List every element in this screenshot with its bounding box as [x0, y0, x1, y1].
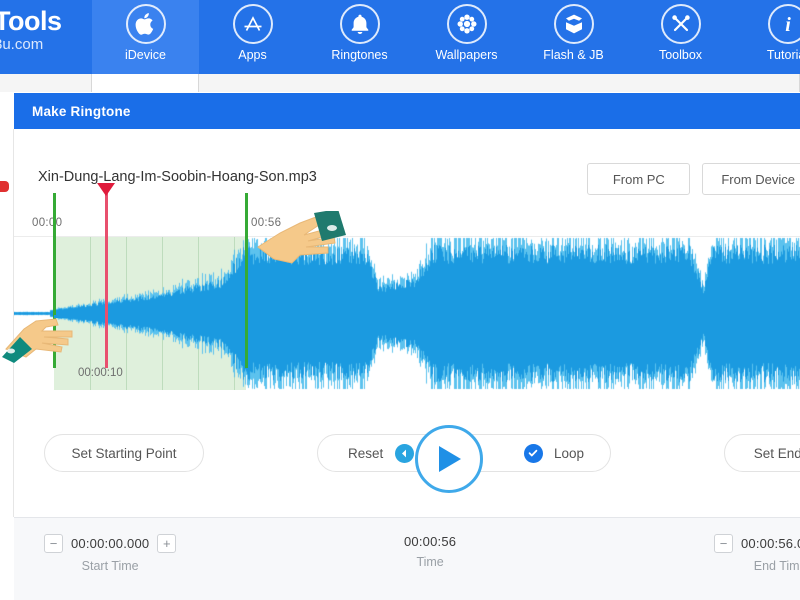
nav-underline-strip — [0, 74, 800, 92]
end-time-label: End Time — [753, 559, 800, 573]
waveform-canvas[interactable] — [14, 237, 800, 390]
window-title-bar: Make Ringtone — [14, 93, 800, 129]
appstore-icon — [232, 4, 273, 44]
reset-label[interactable]: Reset — [348, 446, 383, 461]
brand-name-secondary: 3u.com — [0, 36, 44, 53]
brand-logo: Tools 3u.com — [0, 0, 92, 74]
red-annotation-marker — [0, 181, 9, 192]
apple-icon — [125, 4, 166, 44]
nav-tab-label: Flash & JB — [543, 48, 604, 62]
loop-label[interactable]: Loop — [554, 446, 584, 461]
start-time-plus-button[interactable]: + — [157, 534, 177, 553]
nav-tab-label: Wallpapers — [435, 48, 498, 62]
total-time-field: 00:00:56 Time — [404, 534, 456, 569]
ruler-end-label: 00:56 — [251, 217, 282, 229]
playhead-handle-icon[interactable] — [97, 183, 115, 196]
transport-controls: Set Starting Point Reset Loop Set Ending… — [14, 417, 800, 489]
nav-tab-label: Toolbox — [658, 48, 703, 62]
play-icon — [439, 446, 461, 472]
nav-tab-label: Tutorial — [766, 48, 800, 62]
file-row: Xin-Dung-Lang-Im-Soobin-Hoang-Son.mp3 Fr… — [14, 149, 800, 205]
nav-tab-apps[interactable]: Apps — [199, 0, 306, 74]
nav-tab-label: iDevice — [125, 48, 166, 62]
end-time-field: − 00:00:56.000 + End Time — [714, 534, 800, 573]
svg-text:i: i — [785, 14, 791, 36]
source-buttons: From PC From Device — [587, 163, 800, 195]
waveform-body[interactable] — [14, 237, 800, 390]
from-device-button[interactable]: From Device — [702, 163, 800, 195]
nav-tab-idevice[interactable]: iDevice — [92, 0, 199, 74]
playhead[interactable] — [105, 193, 108, 368]
bell-icon — [339, 4, 380, 44]
set-ending-point-button[interactable]: Set Ending Point — [724, 434, 800, 472]
start-time-label: Start Time — [81, 559, 139, 573]
start-time-value[interactable]: 00:00:00.000 — [71, 536, 149, 551]
nav-tab-wallpapers[interactable]: Wallpapers — [413, 0, 520, 74]
ruler-start-label: 00:00 — [32, 217, 63, 229]
playhead-time-label: 00:00:10 — [78, 367, 123, 379]
nav-tab-tutorial[interactable]: i Tutorial — [734, 0, 800, 74]
nav-tab-label: Ringtones — [331, 48, 388, 62]
selection-start-marker[interactable] — [53, 193, 56, 368]
from-pc-button[interactable]: From PC — [587, 163, 691, 195]
nav-tab-label: Apps — [238, 48, 267, 62]
nav-tab-toolbox[interactable]: Toolbox — [627, 0, 734, 74]
total-time-label: Time — [416, 555, 444, 569]
nav-tab-ringtones[interactable]: Ringtones — [306, 0, 413, 74]
end-time-value[interactable]: 00:00:56.000 — [741, 536, 800, 551]
play-button[interactable] — [415, 425, 483, 493]
box-icon — [553, 4, 594, 44]
check-icon[interactable] — [523, 443, 543, 463]
ringtone-editor-panel: Xin-Dung-Lang-Im-Soobin-Hoang-Son.mp3 Fr… — [2, 129, 800, 517]
file-name: Xin-Dung-Lang-Im-Soobin-Hoang-Son.mp3 — [38, 169, 317, 185]
nav-tab-flash-jb[interactable]: Flash & JB — [520, 0, 627, 74]
start-time-field: − 00:00:00.000 + Start Time — [44, 534, 177, 573]
back-arrow-icon[interactable] — [395, 443, 415, 463]
tools-icon — [660, 4, 701, 44]
time-info-bar: − 00:00:00.000 + Start Time 00:00:56 Tim… — [14, 517, 800, 600]
waveform-editor[interactable]: 00:00 00:56 00:00:10 — [2, 183, 800, 390]
app-root: Tools 3u.com iDevice Apps Ringtones — [0, 0, 800, 600]
top-navigation-bar: Tools 3u.com iDevice Apps Ringtones — [0, 0, 800, 74]
info-icon: i — [767, 4, 800, 44]
selection-end-marker[interactable] — [245, 193, 248, 368]
end-time-minus-button[interactable]: − — [714, 534, 733, 553]
brand-name-primary: Tools — [0, 6, 62, 36]
flower-icon — [446, 4, 487, 44]
page-title: Make Ringtone — [32, 103, 131, 119]
start-time-minus-button[interactable]: − — [44, 534, 63, 553]
set-starting-point-button[interactable]: Set Starting Point — [44, 434, 204, 472]
total-time-value: 00:00:56 — [404, 534, 457, 549]
waveform-ruler: 00:00 00:56 — [14, 215, 800, 237]
